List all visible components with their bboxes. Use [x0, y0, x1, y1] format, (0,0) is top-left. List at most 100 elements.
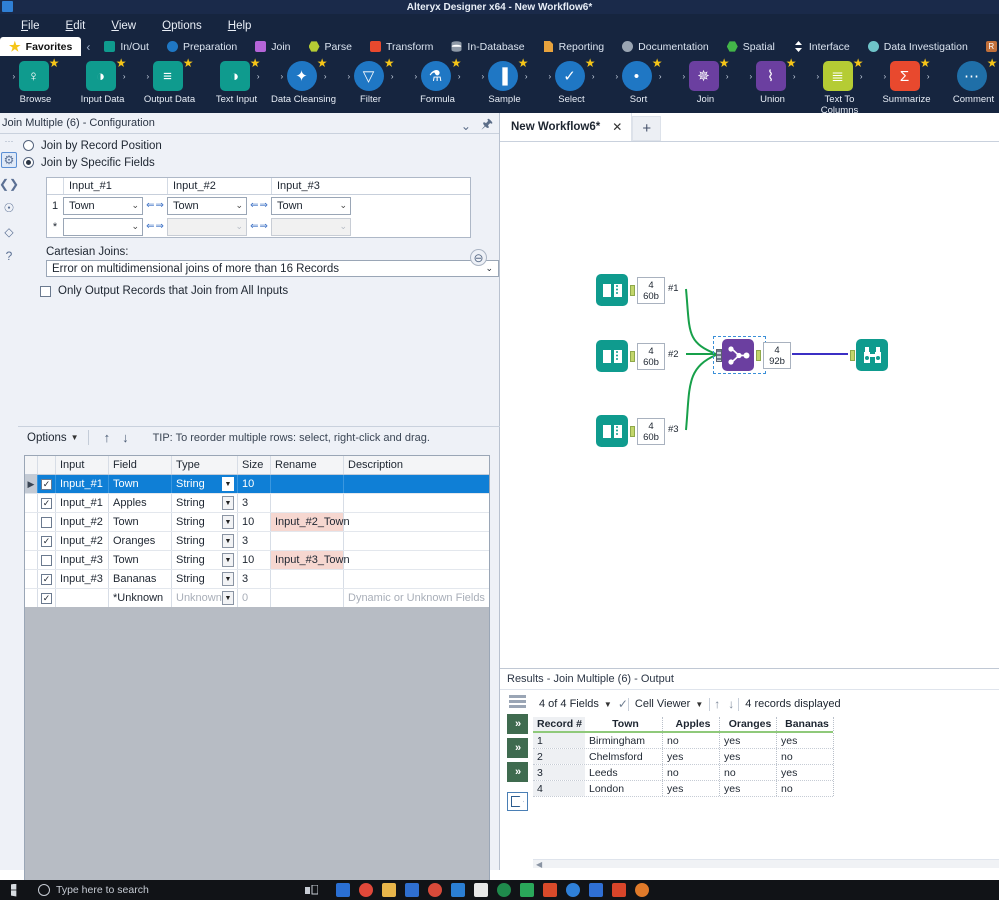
field-checkbox-cell[interactable]: ✓: [38, 532, 56, 550]
scroll-left-icon[interactable]: ◀: [533, 860, 542, 869]
remove-join-row-button[interactable]: ⊖: [470, 249, 487, 266]
field-description-cell[interactable]: [344, 532, 489, 550]
field-checkbox-cell[interactable]: ✓: [38, 475, 56, 493]
field-input-cell[interactable]: Input_#1: [56, 475, 109, 493]
star-icon[interactable]: ★: [116, 57, 127, 69]
join-field-select[interactable]: ⌄: [271, 217, 351, 236]
chevron-right-icon[interactable]: »: [506, 714, 528, 734]
taskbar-app-icon[interactable]: [428, 883, 442, 897]
add-workflow-tab-button[interactable]: +: [632, 116, 662, 141]
results-table-row[interactable]: 1 Birmingham no yes yes: [533, 733, 834, 749]
chevron-right-icon[interactable]: »: [506, 738, 528, 758]
star-icon[interactable]: ★: [384, 57, 395, 69]
field-description-cell[interactable]: [344, 494, 489, 512]
checkbox[interactable]: [41, 554, 52, 566]
field-description-cell[interactable]: [344, 570, 489, 588]
checkbox[interactable]: ✓: [41, 573, 52, 585]
move-right-icon[interactable]: ⇒: [156, 221, 164, 232]
star-icon[interactable]: ★: [250, 57, 261, 69]
results-column-header[interactable]: Oranges: [720, 717, 777, 731]
ribbon-category-predicti[interactable]: RPredicti: [977, 37, 999, 56]
field-rename-cell[interactable]: [271, 475, 344, 493]
options-button[interactable]: Options ▼: [27, 432, 79, 444]
workflow-canvas[interactable]: 4 60b #1 4 60b #2 4 60b #3 4 92b: [500, 142, 999, 668]
node-join-multiple[interactable]: 4 92b: [716, 339, 791, 371]
menu-view[interactable]: View: [98, 18, 149, 34]
tool-output-data[interactable]: ≡ ★ › Output Data: [136, 57, 203, 105]
ribbon-category-interface[interactable]: Interface: [784, 37, 859, 56]
move-up-button[interactable]: ↑: [98, 430, 117, 445]
annotation-icon[interactable]: ☉: [1, 200, 17, 216]
star-icon[interactable]: ★: [585, 57, 596, 69]
join-field-select[interactable]: Town ⌄: [63, 196, 143, 215]
field-size-cell[interactable]: 3: [238, 570, 271, 588]
menu-options[interactable]: Options: [149, 18, 215, 34]
field-input-cell[interactable]: Input_#3: [56, 551, 109, 569]
pin-icon[interactable]: 🖈: [481, 115, 493, 137]
field-name-cell[interactable]: *Unknown: [109, 589, 172, 607]
gear-icon[interactable]: ⚙: [1, 152, 17, 168]
star-icon[interactable]: ★: [987, 57, 998, 69]
chevron-down-icon[interactable]: ▼: [222, 591, 234, 605]
results-column-header[interactable]: Apples: [663, 717, 720, 731]
search-box[interactable]: Type here to search: [34, 884, 304, 896]
chevron-down-icon[interactable]: ▼: [222, 477, 234, 491]
field-size-cell[interactable]: 3: [238, 494, 271, 512]
field-rename-cell[interactable]: [271, 570, 344, 588]
taskbar-app-icon[interactable]: [566, 883, 580, 897]
viewer-selector[interactable]: Cell Viewer ▼: [629, 698, 709, 710]
star-icon[interactable]: ★: [719, 57, 730, 69]
fields-table-row[interactable]: ✓ Input_#3 Bananas String ▼ 3: [25, 570, 489, 589]
code-icon[interactable]: ❮❯: [0, 176, 19, 192]
check-icon[interactable]: ✓: [618, 697, 628, 711]
taskbar-app-icon[interactable]: [474, 883, 488, 897]
field-rename-cell[interactable]: Input_#2_Town: [271, 513, 350, 531]
field-input-cell[interactable]: Input_#2: [56, 532, 109, 550]
field-name-cell[interactable]: Oranges: [109, 532, 172, 550]
radio-button[interactable]: [23, 140, 34, 151]
move-left-icon[interactable]: ⇐: [250, 200, 258, 211]
field-description-cell[interactable]: Dynamic or Unknown Fields: [344, 589, 489, 607]
field-size-cell[interactable]: 10: [238, 551, 271, 569]
task-view-icon[interactable]: [304, 884, 318, 896]
radio-join-by-specific-fields[interactable]: Join by Specific Fields: [18, 154, 500, 171]
tool-text-to-columns[interactable]: ≣ ★ › › Text To Columns: [806, 57, 873, 113]
results-table-row[interactable]: 2 Chelmsford yes yes no: [533, 749, 834, 765]
field-type-select[interactable]: String ▼: [172, 494, 238, 512]
node-text-input-3[interactable]: 4 60b #3: [596, 415, 679, 447]
tool-join[interactable]: ✵ ★ › › Join: [672, 57, 739, 105]
checkbox[interactable]: ✓: [41, 497, 52, 509]
field-type-select[interactable]: Unknown ▼: [172, 589, 238, 607]
results-table-row[interactable]: 3 Leeds no no yes: [533, 765, 834, 781]
move-left-icon[interactable]: ⇐: [146, 221, 154, 232]
tool-summarize[interactable]: Σ ★ › › Summarize: [873, 57, 940, 105]
start-icon[interactable]: [0, 883, 34, 897]
tag-icon[interactable]: ◇: [1, 224, 17, 240]
output-port[interactable]: [756, 350, 761, 361]
close-icon[interactable]: ✕: [612, 120, 622, 134]
move-left-icon[interactable]: ⇐: [250, 221, 258, 232]
chevron-down-icon[interactable]: ▼: [222, 572, 234, 586]
fields-table-row[interactable]: ✓ Input_#1 Apples String ▼ 3: [25, 494, 489, 513]
taskbar-app-icon[interactable]: [405, 883, 419, 897]
field-name-cell[interactable]: Town: [109, 551, 172, 569]
tool-sort[interactable]: • ★ › › Sort: [605, 57, 672, 105]
field-input-cell[interactable]: [56, 589, 109, 607]
chevron-down-icon[interactable]: ⌄: [461, 119, 471, 133]
field-type-select[interactable]: String ▼: [172, 570, 238, 588]
field-input-cell[interactable]: Input_#3: [56, 570, 109, 588]
ribbon-category-join[interactable]: Join: [246, 37, 299, 56]
join-field-select[interactable]: ⌄: [63, 217, 143, 236]
ribbon-category-favorites[interactable]: ★ Favorites: [0, 37, 82, 56]
field-checkbox-cell[interactable]: ✓: [38, 589, 56, 607]
move-down-button[interactable]: ↓: [116, 430, 135, 445]
results-column-header[interactable]: Bananas: [777, 717, 834, 731]
move-right-icon[interactable]: ⇒: [260, 221, 268, 232]
field-input-cell[interactable]: Input_#1: [56, 494, 109, 512]
fields-table-row[interactable]: ✓ *Unknown Unknown ▼ 0 Dynamic or Unknown Fie…: [25, 589, 489, 608]
results-table-row[interactable]: 4 London yes yes no: [533, 781, 834, 797]
menu-edit[interactable]: Edit: [53, 18, 99, 34]
field-name-cell[interactable]: Bananas: [109, 570, 172, 588]
cartesian-joins-select[interactable]: Error on multidimensional joins of more …: [46, 260, 499, 277]
field-rename-cell[interactable]: [271, 532, 344, 550]
